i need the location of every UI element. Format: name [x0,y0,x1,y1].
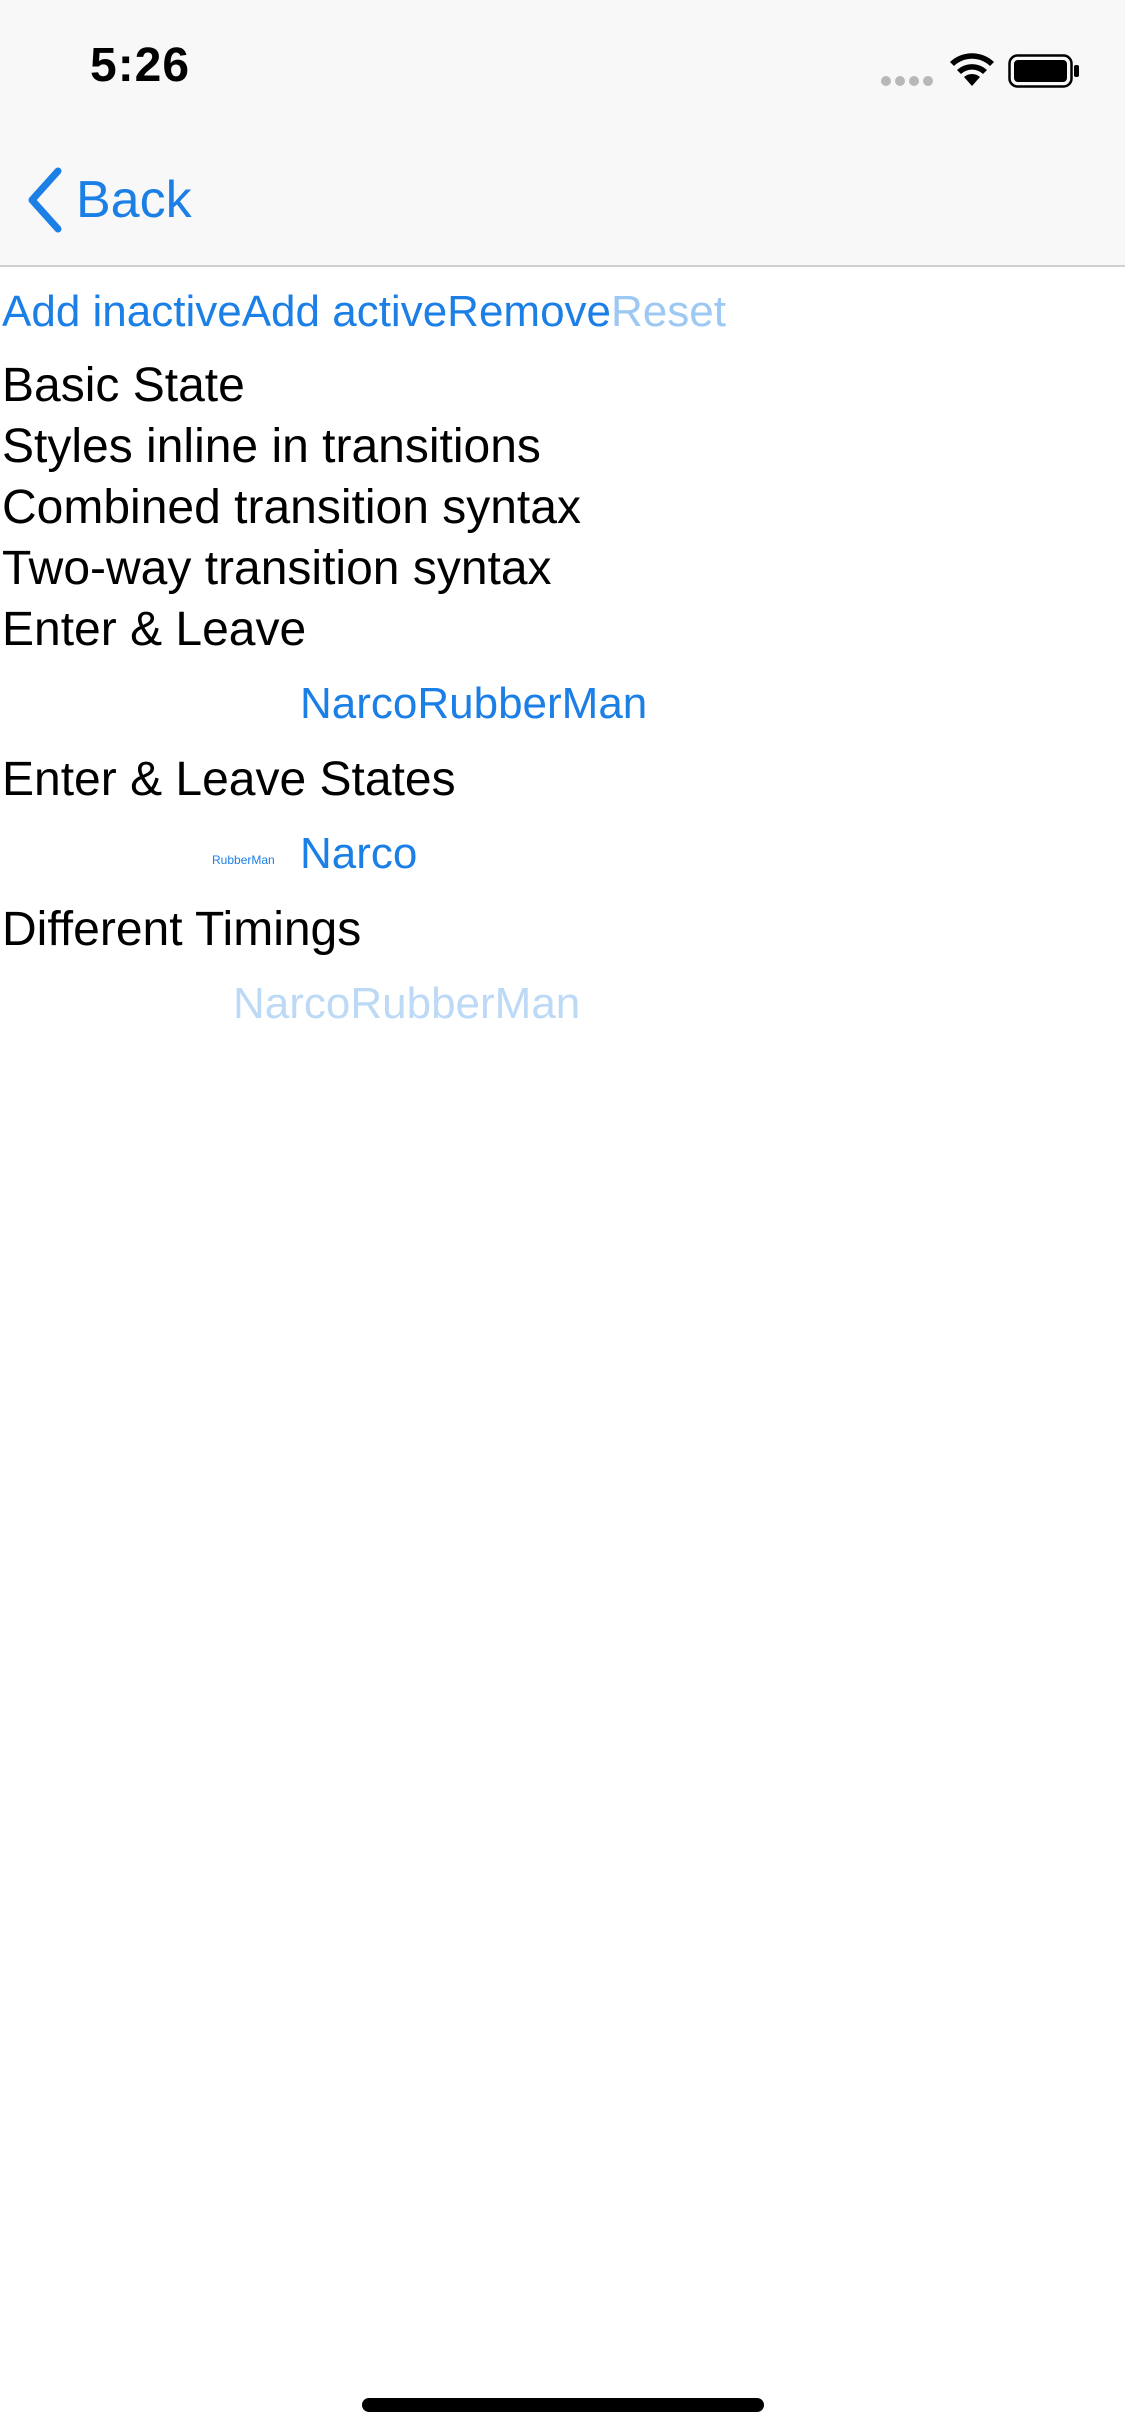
add-active-button[interactable]: Add active [242,282,447,342]
heading-two-way-syntax: Two-way transition syntax [2,542,552,595]
different-timings-item: NarcoRubberMan [233,979,581,1028]
back-label: Back [76,171,192,229]
remove-button[interactable]: Remove [447,282,611,342]
enter-leave-item: NarcoRubberMan [300,679,648,728]
enter-leave-states-item: Narco [300,829,418,878]
heading-styles-inline: Styles inline in transitions [2,420,541,473]
signal-dots-icon [881,76,933,86]
navigation-bar: 5:26 Back [0,0,1125,267]
heading-different-timings: Different Timings [2,903,362,956]
add-inactive-button[interactable]: Add inactive [2,282,242,342]
battery-icon [1008,54,1079,88]
chevron-left-icon [28,167,62,233]
heading-enter-leave-states: Enter & Leave States [2,753,456,806]
app-screen: 5:26 Back Add inactive Add active Remove… [0,0,1125,2436]
heading-combined-syntax: Combined transition syntax [2,481,581,534]
reset-button[interactable]: Reset [611,282,726,342]
wifi-icon [950,53,994,86]
enter-leave-states-small-item: RubberMan [212,853,275,867]
action-row: Add inactive Add active Remove Reset [2,282,726,342]
back-button[interactable]: Back [24,160,192,240]
heading-basic-state: Basic State [2,359,245,412]
status-time: 5:26 [90,39,191,92]
heading-enter-leave: Enter & Leave [2,603,307,656]
home-indicator[interactable] [362,2398,764,2412]
